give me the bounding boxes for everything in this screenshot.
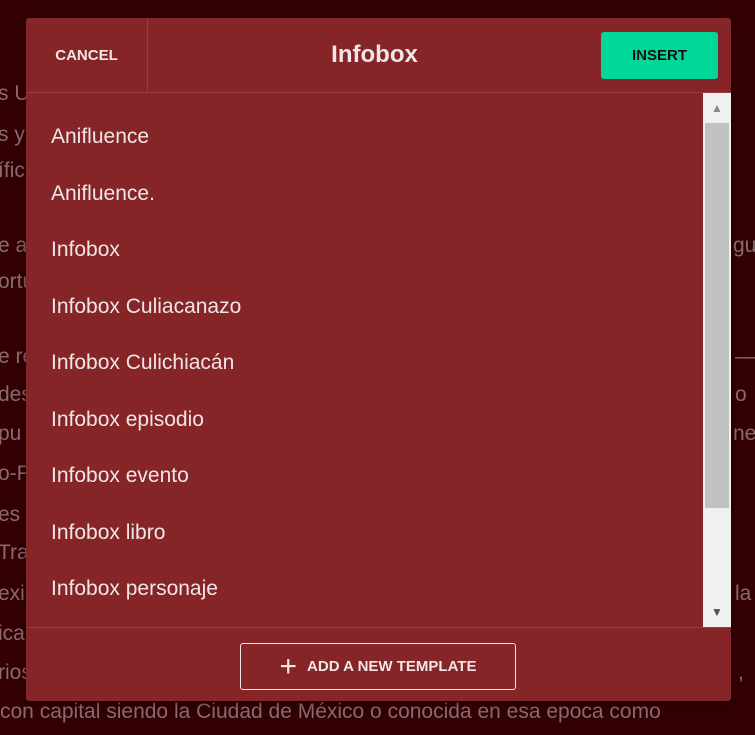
list-item[interactable]: Anifluence bbox=[26, 109, 703, 166]
insert-button[interactable]: INSERT bbox=[601, 32, 718, 79]
bg-text: Tra bbox=[0, 541, 29, 564]
scrollbar[interactable]: ▲ ▼ bbox=[703, 93, 731, 627]
cancel-button[interactable]: CANCEL bbox=[26, 18, 148, 92]
template-list: Anifluence Anifluence. Infobox Infobox C… bbox=[26, 93, 703, 627]
list-item[interactable]: Infobox bbox=[26, 222, 703, 279]
scrollbar-thumb[interactable] bbox=[705, 123, 729, 508]
bg-text: e a bbox=[0, 234, 28, 257]
scroll-up-icon[interactable]: ▲ bbox=[703, 95, 731, 121]
bg-text: ne bbox=[733, 422, 755, 445]
dialog-title: Infobox bbox=[331, 41, 418, 68]
list-item[interactable]: Infobox evento bbox=[26, 448, 703, 505]
plus-icon: + bbox=[279, 649, 298, 683]
bg-text: con capital siendo la Ciudad de México o… bbox=[0, 700, 661, 723]
bg-text: ífic bbox=[0, 159, 25, 182]
bg-text: s y bbox=[0, 123, 25, 146]
bg-text: la bbox=[735, 582, 752, 605]
list-item[interactable]: Infobox episodio bbox=[26, 392, 703, 449]
bg-text: , bbox=[738, 661, 744, 684]
dialog-header: CANCEL Infobox INSERT bbox=[26, 18, 731, 93]
bg-text: pu bbox=[0, 422, 22, 445]
list-item[interactable]: Infobox personaje bbox=[26, 561, 703, 618]
list-item[interactable]: Infobox Culichiacán bbox=[26, 335, 703, 392]
dialog-footer: + ADD A NEW TEMPLATE bbox=[26, 627, 731, 701]
scroll-down-icon[interactable]: ▼ bbox=[703, 599, 731, 625]
bg-text: gua bbox=[733, 234, 755, 257]
add-new-template-button[interactable]: + ADD A NEW TEMPLATE bbox=[240, 643, 516, 690]
bg-text: — bbox=[735, 345, 755, 368]
list-item[interactable]: Anifluence. bbox=[26, 166, 703, 223]
add-template-label: ADD A NEW TEMPLATE bbox=[307, 658, 477, 675]
list-item[interactable]: Infobox Culiacanazo bbox=[26, 279, 703, 336]
list-item[interactable]: Infobox libro bbox=[26, 505, 703, 562]
bg-text: o bbox=[735, 383, 747, 406]
bg-text: es bbox=[0, 503, 21, 526]
bg-text: ica bbox=[0, 622, 25, 645]
template-dialog: CANCEL Infobox INSERT Anifluence Aniflue… bbox=[26, 18, 731, 701]
